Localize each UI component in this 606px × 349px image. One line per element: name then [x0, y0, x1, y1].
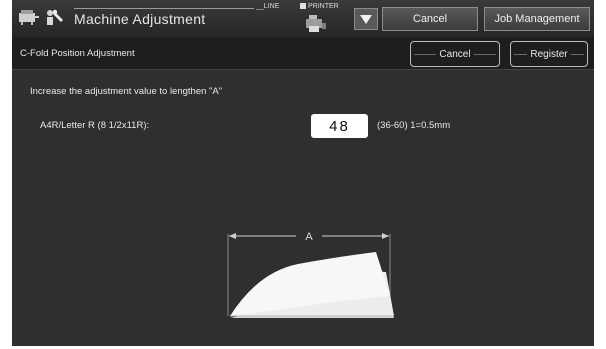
paper-size-label: A4R/Letter R (8 1/2x11R):: [40, 120, 150, 131]
header-cancel-button[interactable]: Cancel: [382, 7, 478, 31]
printer-icon[interactable]: [306, 15, 326, 33]
status-dropdown-button[interactable]: [354, 8, 378, 30]
cancel-button-label: Cancel: [436, 48, 474, 60]
page-title: Machine Adjustment: [74, 11, 206, 27]
printer-status-label: PRINTER: [300, 3, 339, 10]
register-button-label: Register: [527, 48, 571, 60]
header-bar: Machine Adjustment __LINE PRINTER Cancel…: [12, 0, 594, 38]
machine-icon: [19, 10, 39, 25]
dimension-arrow-right: [382, 233, 389, 239]
title-underline: [74, 8, 254, 9]
c-fold-diagram: A: [227, 231, 394, 318]
cancel-button[interactable]: Cancel: [410, 41, 500, 67]
screen-subtitle: C-Fold Position Adjustment: [20, 48, 135, 59]
line-status-label: __LINE: [256, 3, 280, 10]
instruction-text: Increase the adjustment value to lengthe…: [30, 86, 223, 97]
dimension-label-a: A: [305, 231, 313, 243]
job-management-button[interactable]: Job Management: [484, 7, 590, 31]
subheader-bar: C-Fold Position Adjustment Cancel Regist…: [12, 37, 594, 70]
wrench-person-icon: [47, 9, 63, 25]
dimension-arrow-left: [229, 233, 236, 239]
screen-frame: Machine Adjustment __LINE PRINTER Cancel…: [12, 0, 594, 346]
value-range-text: (36-60) 1=0.5mm: [377, 120, 451, 131]
adjustment-value-field[interactable]: 48: [311, 114, 368, 138]
triangle-down-icon: [360, 14, 372, 24]
register-button[interactable]: Register: [510, 41, 588, 67]
